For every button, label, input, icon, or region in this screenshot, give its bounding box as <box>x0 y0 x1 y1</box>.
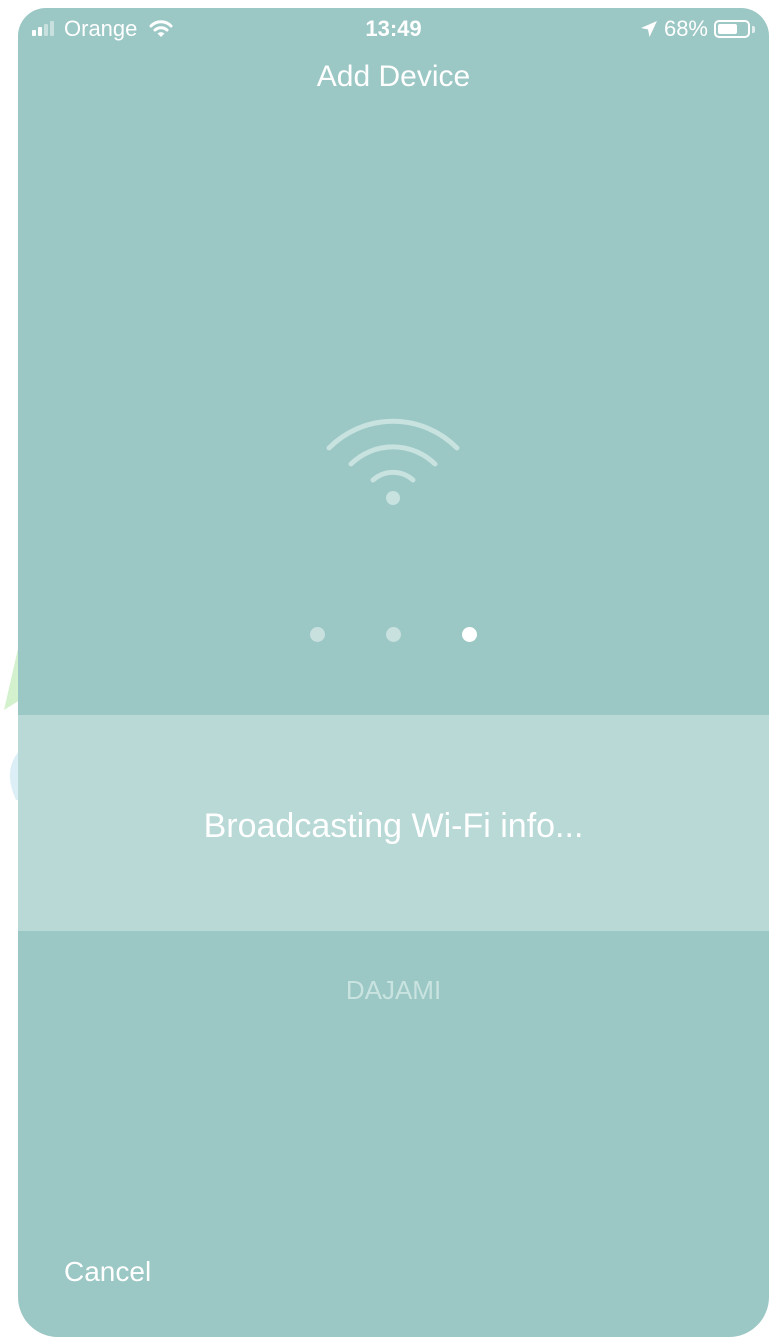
status-banner: Broadcasting Wi-Fi info... <box>18 715 769 931</box>
edge-decoration <box>4 640 20 800</box>
phone-screen: Orange 13:49 68% Add Device Broadcasting… <box>18 8 769 1337</box>
progress-dots <box>18 627 769 643</box>
status-bar: Orange 13:49 68% <box>18 8 769 52</box>
location-arrow-icon <box>640 21 657 37</box>
wifi-icon <box>326 418 460 505</box>
status-message: Broadcasting Wi-Fi info... <box>203 807 584 845</box>
network-name: DAJAMI <box>345 975 442 1005</box>
battery-fill <box>718 24 737 34</box>
battery-tip <box>752 25 755 33</box>
battery-icon <box>714 20 750 38</box>
page-title: Add Device <box>316 60 471 93</box>
status-right: 68% <box>640 16 755 42</box>
progress-dot-3 <box>462 627 477 642</box>
battery-percent: 68% <box>663 16 708 41</box>
progress-dot-1 <box>310 627 325 642</box>
cancel-button[interactable]: Cancel <box>64 1256 151 1288</box>
progress-dot-2 <box>386 627 401 642</box>
